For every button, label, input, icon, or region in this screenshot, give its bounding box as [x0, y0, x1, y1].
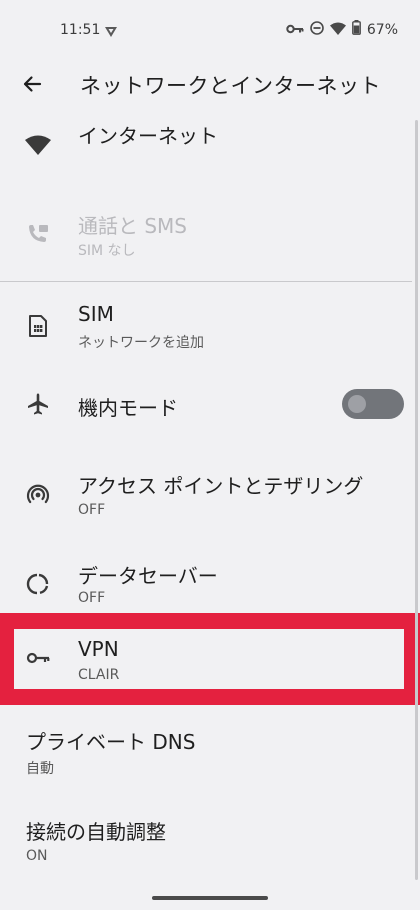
list-item-hotspot-tethering[interactable]: アクセス ポイントとテザリング OFF: [0, 452, 420, 538]
phone-sms-icon: [24, 220, 52, 248]
item-subtitle: ON: [26, 848, 48, 864]
item-title: SIM: [78, 302, 114, 326]
wifi-status-icon: [329, 20, 346, 39]
list-item-sim[interactable]: SIM ネットワークを追加: [0, 284, 420, 370]
list-item-internet[interactable]: インターネット: [0, 112, 420, 174]
back-button[interactable]: [16, 68, 48, 100]
airplane-mode-toggle[interactable]: [342, 389, 404, 419]
data-saver-icon: [24, 570, 52, 598]
do-not-disturb-icon: [310, 20, 324, 39]
settings-list[interactable]: インターネット 通話と SMS SIM なし SIM ネットワークを追加 機内モ…: [0, 112, 420, 892]
wifi-icon: [24, 131, 52, 159]
page-title: ネットワークとインターネット: [80, 74, 381, 98]
section-divider: [0, 281, 412, 282]
toggle-knob: [348, 395, 366, 413]
item-subtitle: CLAIR: [78, 667, 120, 683]
vpn-key-status-icon: [286, 20, 304, 39]
item-subtitle: ネットワークを追加: [78, 335, 204, 351]
item-title: 接続の自動調整: [26, 820, 166, 844]
hotspot-icon: [24, 480, 52, 508]
item-subtitle: 自動: [26, 761, 54, 777]
item-title: データセーバー: [78, 564, 218, 588]
app-bar: ネットワークとインターネット: [0, 62, 420, 112]
airplane-icon: [24, 390, 52, 418]
gesture-home-indicator[interactable]: [152, 896, 268, 900]
status-bar: 11:51 67%: [0, 0, 420, 62]
item-title: 通話と SMS: [78, 214, 188, 238]
item-title: アクセス ポイントとテザリング: [78, 474, 364, 498]
list-item-vpn[interactable]: VPN CLAIR: [0, 629, 420, 691]
battery-percentage: 67%: [366, 21, 398, 38]
shield-notification-icon: [104, 24, 118, 43]
scrollbar[interactable]: [415, 120, 418, 880]
item-title: 機内モード: [78, 396, 178, 420]
item-subtitle: OFF: [78, 590, 106, 606]
key-icon: [24, 644, 52, 672]
status-icons: 67%: [286, 20, 398, 39]
battery-icon: [351, 20, 361, 39]
list-item-adaptive-connectivity[interactable]: 接続の自動調整 ON: [0, 808, 420, 888]
android-settings-screen: 11:51 67% ネットワークとインターネット インターネット 通話と SMS…: [0, 0, 420, 910]
list-item-calls-sms: 通話と SMS SIM なし: [0, 192, 420, 272]
item-subtitle: SIM なし: [78, 243, 136, 259]
item-title: インターネット: [78, 124, 218, 148]
status-time: 11:51: [60, 22, 101, 38]
sim-card-icon: [24, 312, 52, 340]
item-title: プライベート DNS: [26, 730, 196, 754]
item-title: VPN: [78, 637, 119, 661]
item-subtitle: OFF: [78, 502, 106, 518]
back-arrow-icon: [23, 76, 42, 92]
list-item-private-dns[interactable]: プライベート DNS 自動: [0, 718, 420, 798]
